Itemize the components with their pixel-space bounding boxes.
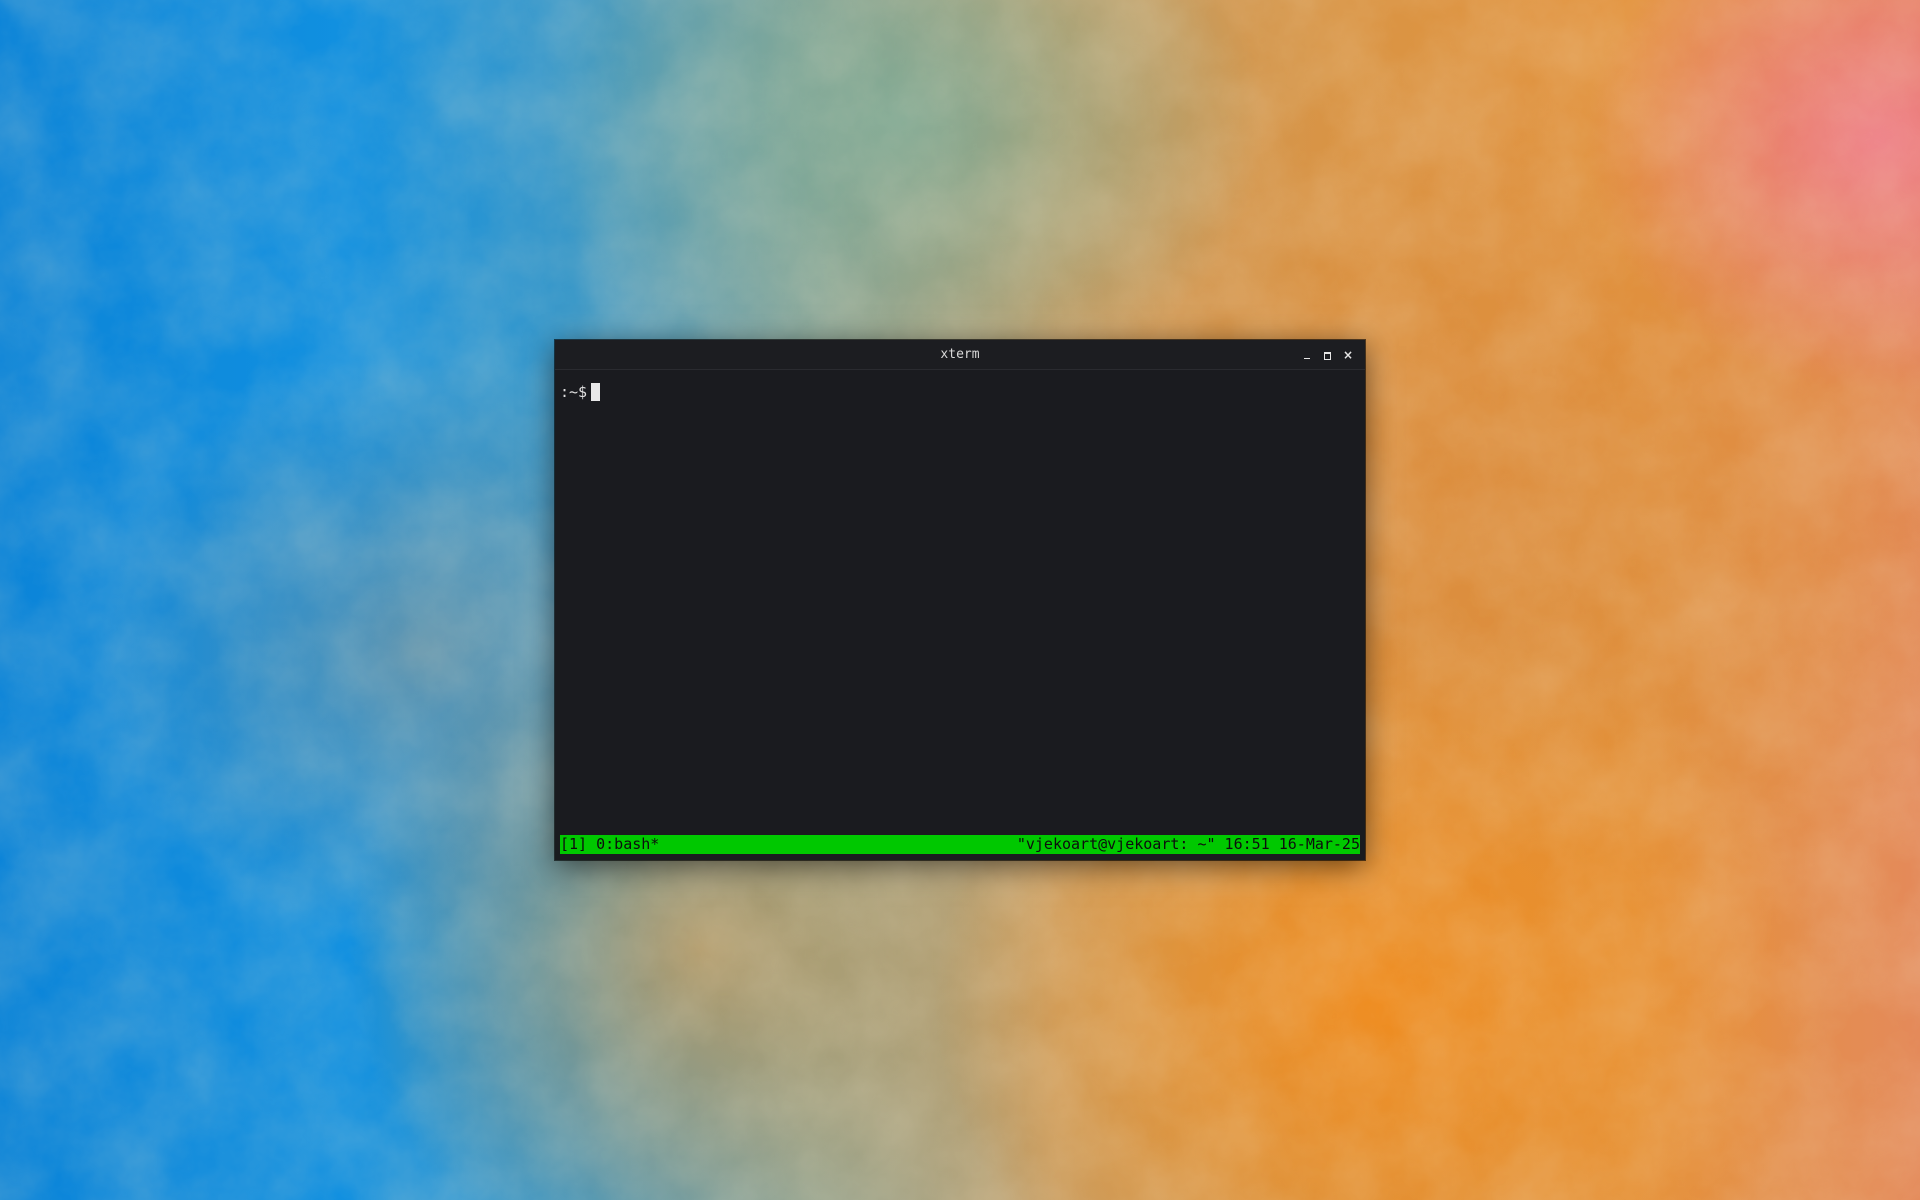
- tmux-status-info: "vjekoart@vjekoart: ~" 16:51 16-Mar-25: [1016, 835, 1360, 853]
- close-button[interactable]: ×: [1340, 347, 1356, 363]
- terminal-area[interactable]: :~$: [555, 371, 1365, 860]
- maximize-button[interactable]: [1319, 347, 1335, 363]
- minimize-button[interactable]: [1299, 347, 1315, 363]
- tmux-status-bar: [1] 0:bash* "vjekoart@vjekoart: ~" 16:51…: [560, 835, 1360, 854]
- maximize-icon: [1324, 352, 1331, 360]
- shell-prompt: :~$: [560, 383, 588, 401]
- tmux-window-list[interactable]: [1] 0:bash*: [560, 835, 659, 854]
- window-titlebar[interactable]: xterm ×: [555, 340, 1365, 370]
- minimize-icon: [1304, 358, 1310, 359]
- prompt-line: :~$: [560, 383, 601, 401]
- text-cursor: [591, 383, 601, 401]
- xterm-window[interactable]: xterm × :~$: [555, 340, 1365, 860]
- window-title: xterm: [940, 347, 980, 362]
- close-icon: ×: [1342, 348, 1354, 362]
